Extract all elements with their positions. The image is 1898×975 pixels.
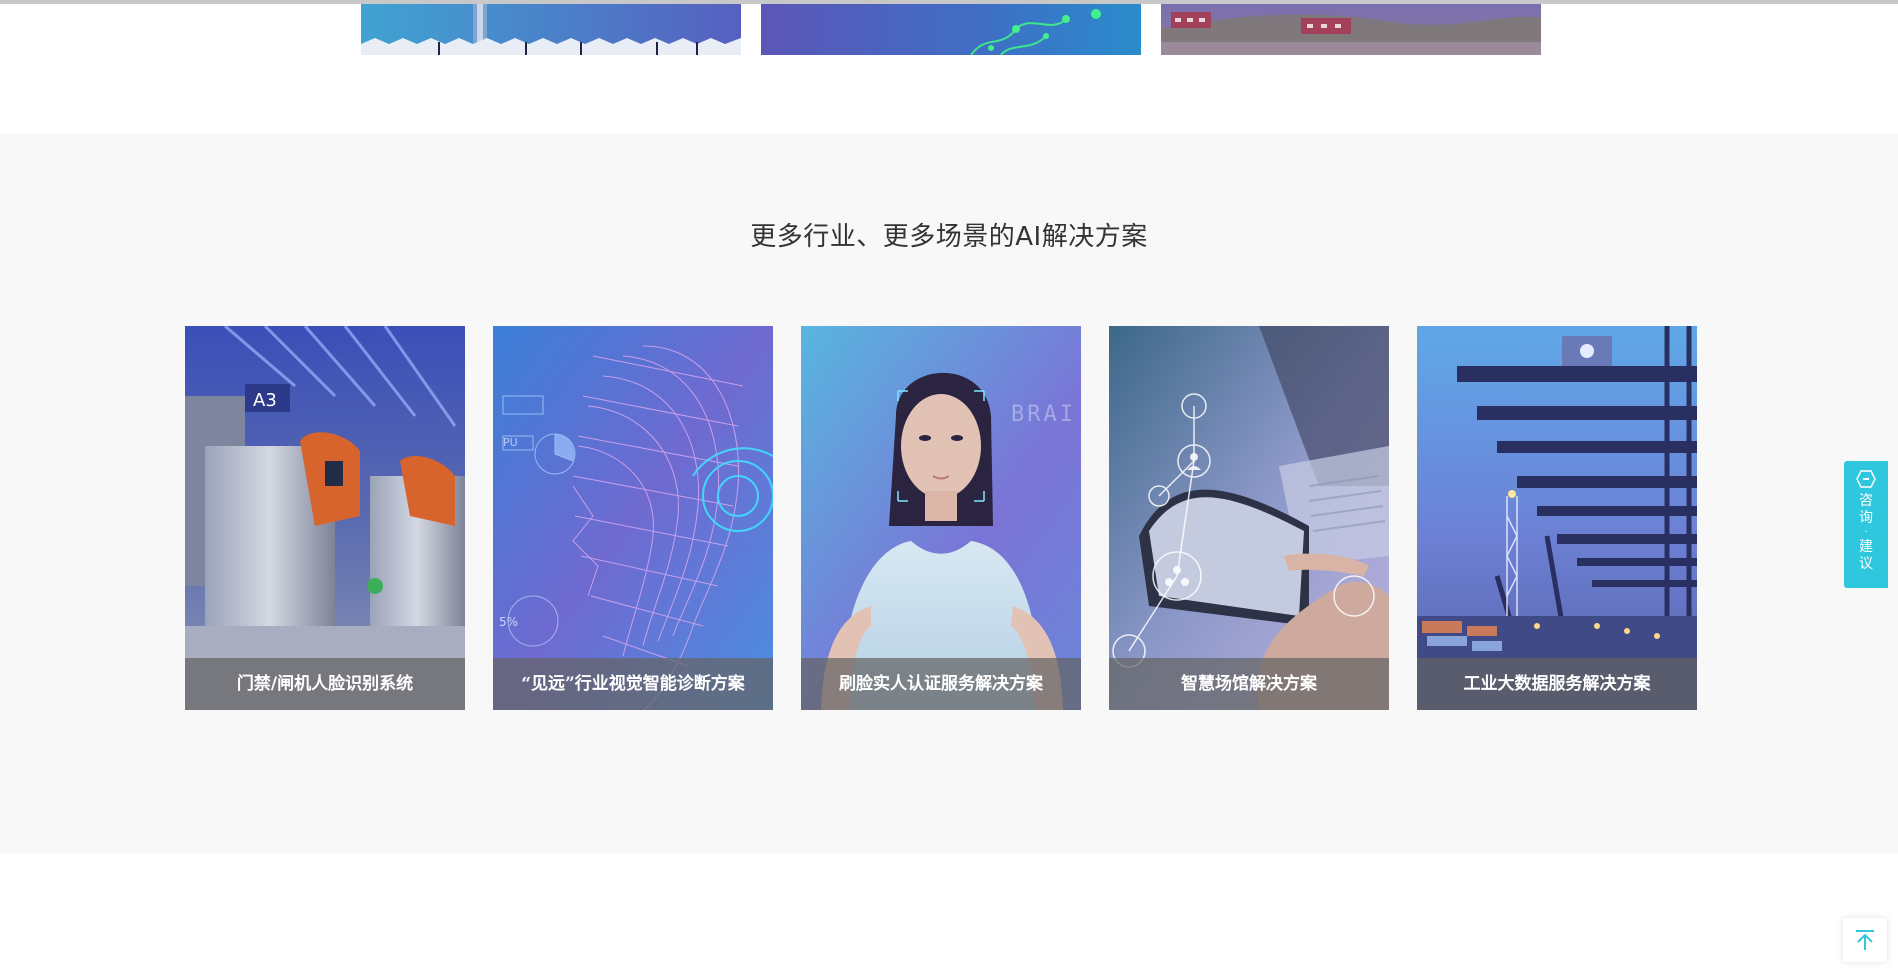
card-label: 门禁/闸机人脸识别系统 <box>185 658 465 710</box>
arrow-up-to-line-icon <box>1856 930 1874 950</box>
consult-separator: · <box>1864 527 1868 538</box>
svg-text:5%: 5% <box>499 615 518 629</box>
consult-char: 询 <box>1859 510 1873 526</box>
more-solutions-section: 更多行业、更多场景的AI解决方案 A3 门禁/闸机人脸识别系统 PU 5% “见… <box>0 134 1898 854</box>
section-title: 更多行业、更多场景的AI解决方案 <box>750 222 1148 252</box>
consult-feedback-tab[interactable]: 咨 询 · 建 议 <box>1844 461 1888 588</box>
card-label: 刷脸实人认证服务解决方案 <box>801 658 1081 710</box>
card-label: 智慧场馆解决方案 <box>1109 658 1389 710</box>
card-label: “见远”行业视觉智能诊断方案 <box>493 658 773 710</box>
svg-text:BRAI: BRAI <box>1011 402 1076 427</box>
top-image-landscape[interactable] <box>1161 4 1541 55</box>
card-label: 工业大数据服务解决方案 <box>1417 658 1697 710</box>
consult-char: 建 <box>1859 539 1873 555</box>
port-cranes-image <box>1417 326 1697 710</box>
svg-text:A3: A3 <box>253 390 277 411</box>
solution-card-smart-venue[interactable]: 智慧场馆解决方案 <box>1109 326 1389 710</box>
consult-char: 议 <box>1859 556 1873 572</box>
top-image-strip <box>0 4 1898 134</box>
svg-text:PU: PU <box>503 436 518 449</box>
consult-char: 咨 <box>1859 493 1873 509</box>
wireframe-face-image: PU 5% <box>493 326 773 710</box>
solution-card-industrial-big-data[interactable]: 工业大数据服务解决方案 <box>1417 326 1697 710</box>
woman-face-scan-image: BRAI <box>801 326 1081 710</box>
subway-gate-image: A3 <box>185 326 465 710</box>
consult-hexagon-icon <box>1856 470 1876 488</box>
solution-card-industry-vision[interactable]: PU 5% “见远”行业视觉智能诊断方案 <box>493 326 773 710</box>
top-image-tech[interactable] <box>761 4 1141 55</box>
page: 更多行业、更多场景的AI解决方案 A3 门禁/闸机人脸识别系统 PU 5% “见… <box>0 0 1898 975</box>
back-to-top-button[interactable] <box>1843 918 1887 962</box>
top-image-city[interactable] <box>361 4 741 55</box>
solution-card-face-verification[interactable]: BRAI 刷脸实人认证服务解决方案 <box>801 326 1081 710</box>
solution-cards: A3 门禁/闸机人脸识别系统 PU 5% “见远”行业视觉智能诊断方案 BRAI… <box>185 326 1697 711</box>
tablet-hand-image <box>1109 326 1389 710</box>
consult-label: 咨 询 · 建 议 <box>1844 493 1888 573</box>
solution-card-gate-face-recognition[interactable]: A3 门禁/闸机人脸识别系统 <box>185 326 465 710</box>
